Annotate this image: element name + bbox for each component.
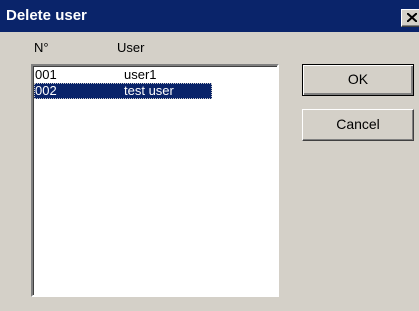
cancel-button[interactable]: Cancel bbox=[302, 109, 414, 141]
focus-rectangle bbox=[34, 83, 212, 99]
ok-button[interactable]: OK bbox=[302, 64, 414, 96]
title-bar: Delete user bbox=[0, 0, 419, 32]
user-name: test user bbox=[124, 83, 174, 98]
user-number: 002 bbox=[35, 83, 57, 98]
column-header-user: User bbox=[117, 40, 145, 55]
close-button[interactable] bbox=[401, 9, 419, 27]
user-listbox[interactable]: 001 user1 002 test user bbox=[31, 64, 279, 297]
list-item-selected[interactable]: 002 test user bbox=[34, 83, 274, 99]
user-name: user1 bbox=[124, 67, 157, 82]
window-title: Delete user bbox=[6, 7, 87, 24]
user-number: 001 bbox=[35, 67, 57, 82]
close-icon bbox=[407, 13, 417, 22]
column-header-number: N° bbox=[34, 40, 49, 55]
list-item[interactable]: 001 user1 bbox=[34, 67, 274, 83]
